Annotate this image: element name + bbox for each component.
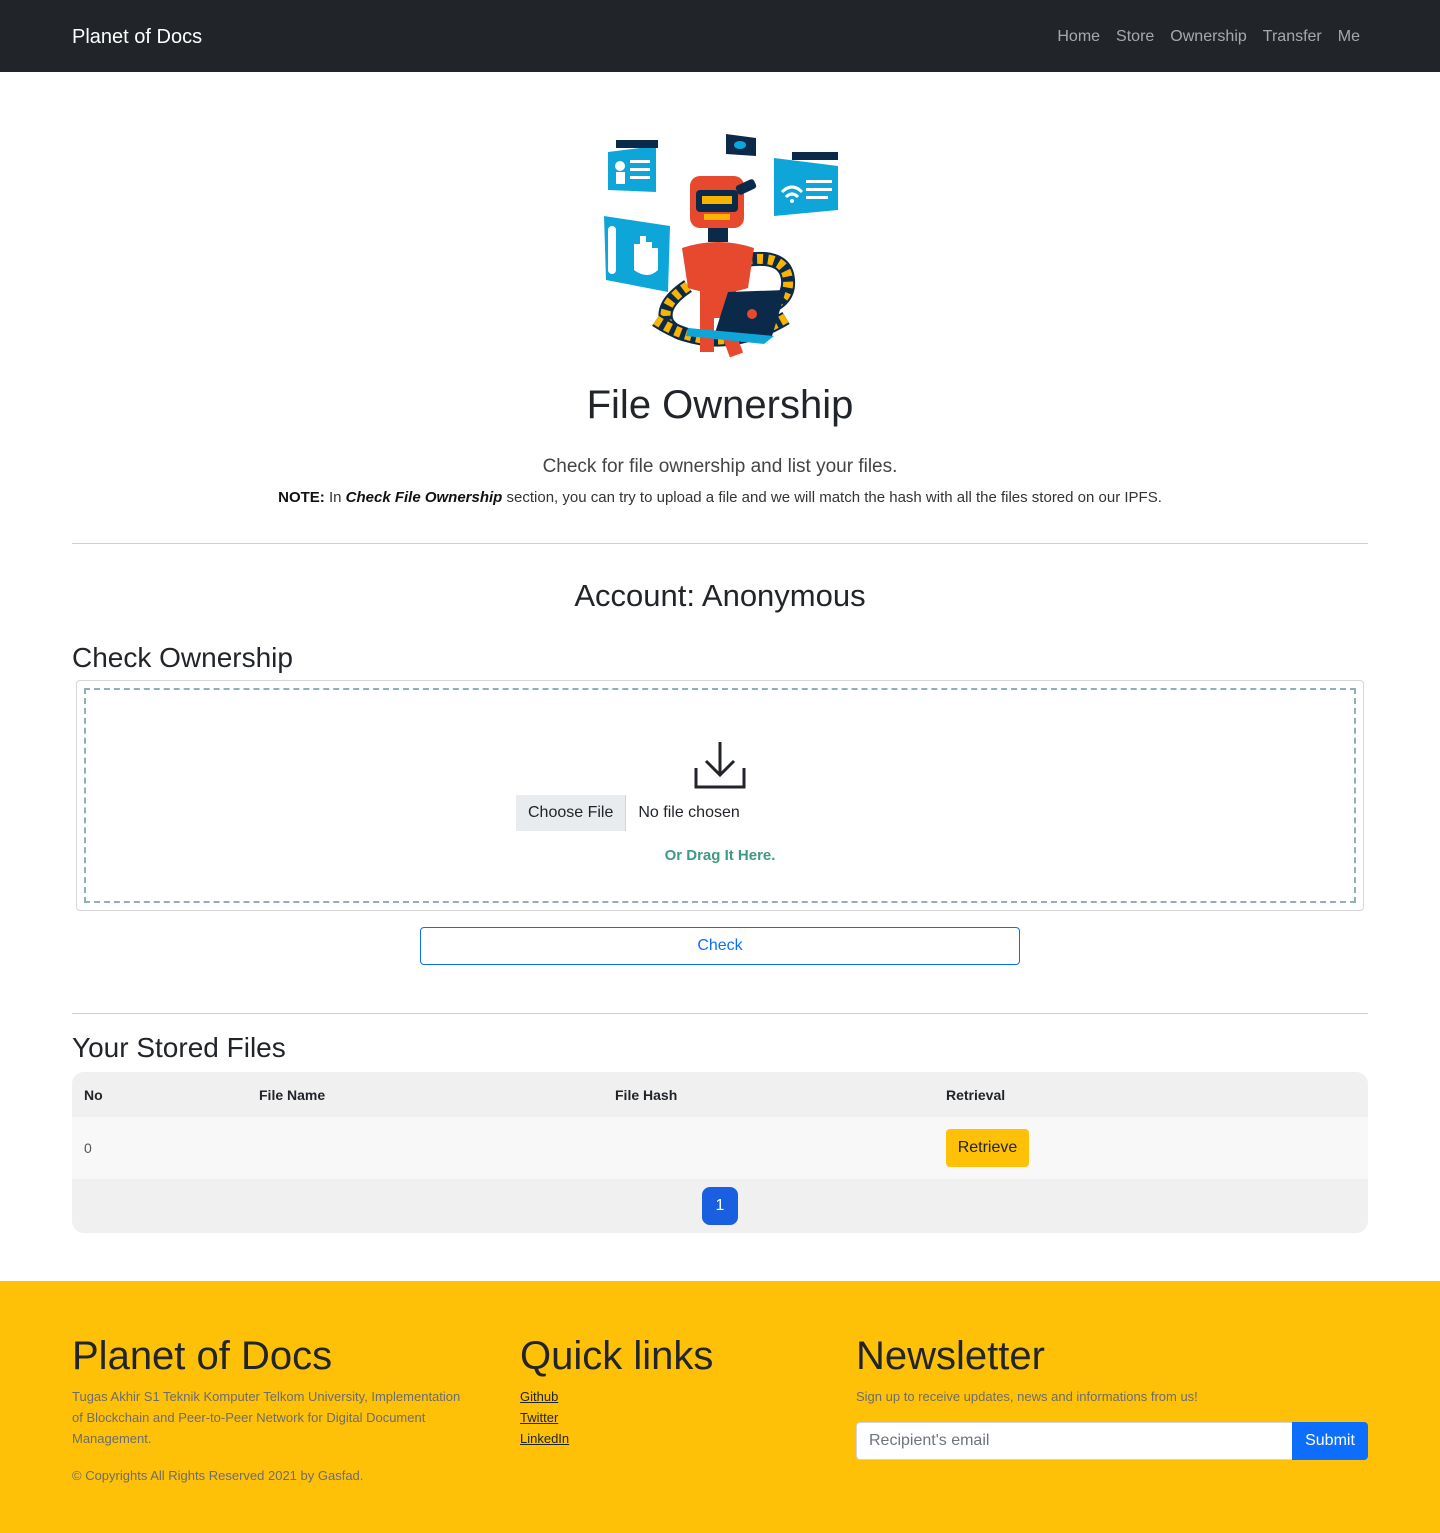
footer-link-twitter[interactable]: Twitter: [520, 1407, 569, 1428]
top-navbar: Planet of Docs Home Store Ownership Tran…: [0, 0, 1440, 72]
page-note: NOTE: In Check File Ownership section, y…: [0, 488, 1440, 508]
footer-link-linkedin[interactable]: LinkedIn: [520, 1428, 569, 1449]
newsletter-submit-button[interactable]: Submit: [1292, 1422, 1368, 1460]
note-prefix: In: [324, 489, 346, 506]
divider: [72, 1013, 1368, 1014]
column-header-file-name: File Name: [259, 1087, 326, 1103]
footer-brand-title: Planet of Docs: [72, 1334, 333, 1378]
floating-panel-top: [726, 134, 756, 156]
note-label: NOTE:: [278, 489, 325, 506]
file-status-text: No file chosen: [638, 804, 740, 821]
check-button[interactable]: Check: [420, 927, 1020, 965]
stored-files-table: No File Name File Hash Retrieval 0 Retri…: [72, 1072, 1368, 1233]
nav-link-me[interactable]: Me: [1338, 26, 1360, 48]
column-header-retrieval: Retrieval: [946, 1087, 1006, 1103]
footer-copyright: © Copyrights All Rights Reserved 2021 by…: [72, 1468, 364, 1483]
table-header: No File Name File Hash Retrieval: [72, 1072, 1368, 1117]
cell-no: 0: [84, 1140, 92, 1156]
nav-link-transfer[interactable]: Transfer: [1263, 26, 1322, 48]
floating-panel-right: [774, 152, 838, 216]
page-title: File Ownership: [586, 383, 854, 427]
robot-laptop-illustration: [604, 134, 838, 358]
nav-link-store[interactable]: Store: [1116, 26, 1154, 48]
choose-file-button[interactable]: Choose File: [516, 795, 627, 831]
table-row: 0 Retrieve: [72, 1117, 1368, 1179]
quick-links-list: Github Twitter LinkedIn: [520, 1386, 569, 1449]
drag-hint: Or Drag It Here.: [664, 847, 776, 864]
brand-link[interactable]: Planet of Docs: [72, 24, 202, 50]
nav-links: Home Store Ownership Transfer Me: [1057, 26, 1360, 48]
floating-panel-left: [608, 140, 658, 192]
newsletter-title: Newsletter: [856, 1334, 1045, 1378]
newsletter-email-input[interactable]: [856, 1422, 1293, 1460]
check-ownership-heading: Check Ownership: [72, 642, 293, 673]
nav-link-home[interactable]: Home: [1057, 26, 1100, 48]
download-icon: [694, 742, 746, 789]
quick-links-title: Quick links: [520, 1334, 714, 1378]
page-lead: Check for file ownership and list your f…: [542, 456, 898, 477]
footer: Planet of Docs Tugas Akhir S1 Teknik Kom…: [0, 1281, 1440, 1533]
account-heading: Account: Anonymous: [574, 578, 866, 613]
newsletter-text: Sign up to receive updates, news and inf…: [856, 1389, 1198, 1404]
file-input[interactable]: Choose File No file chosen: [516, 795, 740, 831]
footer-description: Tugas Akhir S1 Teknik Komputer Telkom Un…: [72, 1389, 461, 1446]
column-header-no: No: [84, 1087, 103, 1103]
note-suffix: section, you can try to upload a file an…: [502, 489, 1162, 506]
note-emphasis: Check File Ownership: [345, 489, 503, 506]
stored-files-heading: Your Stored Files: [72, 1032, 286, 1063]
column-header-file-hash: File Hash: [615, 1087, 678, 1103]
floating-panel-hand: [604, 216, 670, 292]
retrieve-button[interactable]: Retrieve: [946, 1129, 1029, 1167]
pagination-page-1[interactable]: 1: [702, 1187, 738, 1225]
divider: [72, 543, 1368, 544]
nav-link-ownership[interactable]: Ownership: [1170, 26, 1246, 48]
footer-link-github[interactable]: Github: [520, 1386, 569, 1407]
